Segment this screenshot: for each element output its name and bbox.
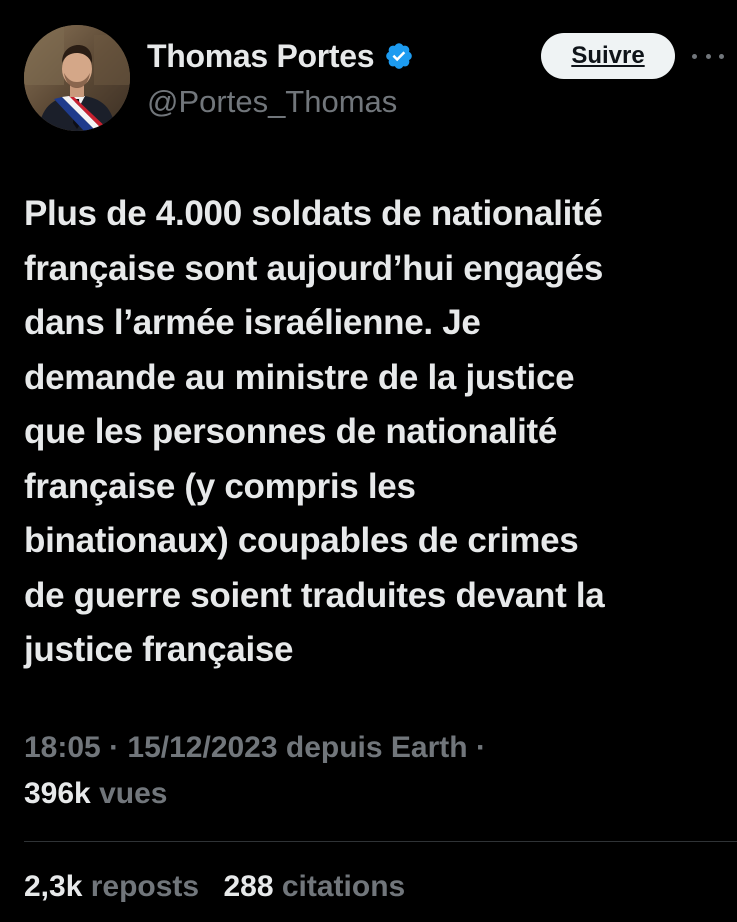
tweet-views: 396k vues [24,771,486,817]
more-dot [692,53,697,59]
author-name-row: Thomas Portes [147,36,414,76]
meta-separator: · [467,731,486,764]
profile-photo [24,25,130,131]
tweet-meta: 18:05 · 15/12/2023 depuis Earth · 396k v… [24,725,486,817]
tweet-timestamp-line: 18:05 · 15/12/2023 depuis Earth · [24,725,486,771]
more-dot [719,53,724,59]
quotes-label: citations [273,870,406,903]
tweet-date[interactable]: 15/12/2023 [127,731,277,764]
tweet-time[interactable]: 18:05 [24,731,101,764]
reposts-count: 2,3k [24,870,83,903]
more-dot [705,53,711,59]
author-handle[interactable]: @Portes_Thomas [147,82,397,122]
verified-badge-icon [384,41,414,71]
quotes-stat[interactable]: 288 citations [223,870,405,903]
tweet-source: depuis Earth [277,731,468,764]
reposts-stat[interactable]: 2,3k reposts [24,870,199,903]
meta-separator: · [100,731,128,764]
views-label: vues [90,777,168,810]
tweet-text: Plus de 4.000 soldats de nationalité fra… [24,194,605,669]
quotes-count: 288 [223,870,274,903]
follow-button[interactable]: Suivre [541,33,675,79]
reposts-label: reposts [82,870,200,903]
tweet-header: Thomas Portes @Portes_Thomas Suivre [0,0,737,150]
more-horizontal-icon[interactable] [692,44,724,68]
views-count: 396k [24,777,91,810]
divider [24,841,737,842]
tweet-stats: 2,3k reposts 288 citations [24,864,405,910]
author-avatar[interactable] [24,25,130,131]
author-display-name[interactable]: Thomas Portes [147,36,375,76]
